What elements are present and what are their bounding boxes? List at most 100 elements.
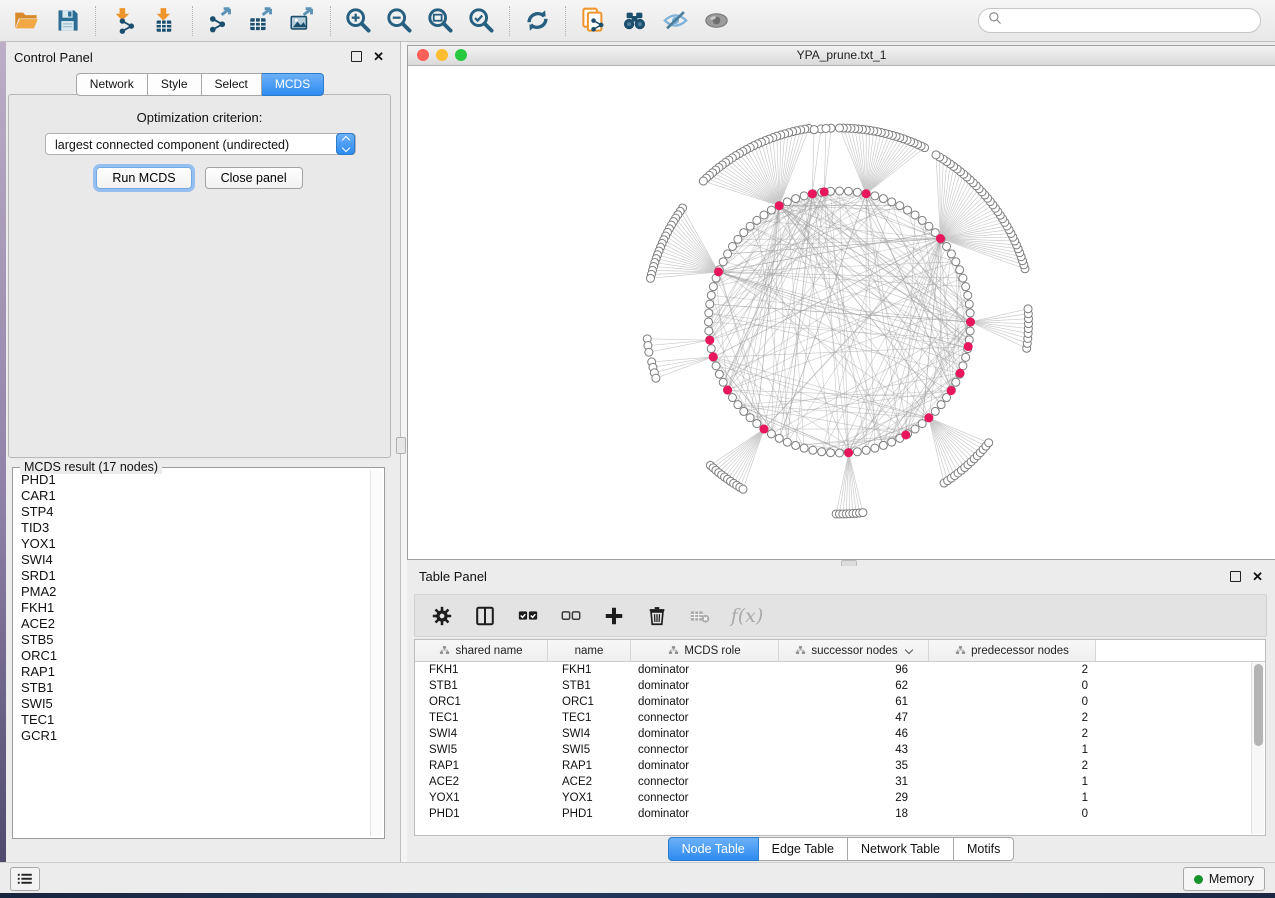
network-node[interactable] <box>965 300 973 308</box>
table-row[interactable]: YOX1YOX1connector291 <box>415 790 1252 806</box>
import-network-button[interactable] <box>103 3 144 39</box>
vertical-splitter[interactable] <box>394 42 407 862</box>
column-header-shared-name[interactable]: shared name <box>415 640 548 661</box>
network-node[interactable] <box>707 291 715 299</box>
tab-mcds[interactable]: MCDS <box>262 73 324 96</box>
network-node[interactable] <box>746 222 754 230</box>
mcds-result-item[interactable]: FKH1 <box>21 600 370 616</box>
network-node[interactable] <box>818 448 826 456</box>
network-node[interactable] <box>937 401 945 409</box>
network-node[interactable] <box>709 283 717 291</box>
network-node[interactable] <box>853 188 861 196</box>
network-node[interactable] <box>705 318 713 326</box>
tab-network[interactable]: Network <box>76 73 148 96</box>
mcds-result-item[interactable]: CAR1 <box>21 488 370 504</box>
table-row[interactable]: TEC1TEC1connector472 <box>415 710 1252 726</box>
network-node[interactable] <box>959 274 967 282</box>
checkboxes-unchecked-button[interactable] <box>558 603 584 629</box>
vertical-splitter-handle[interactable] <box>396 437 406 454</box>
network-node[interactable] <box>896 202 904 210</box>
network-node[interactable] <box>740 229 748 237</box>
checkboxes-checked-button[interactable] <box>515 603 541 629</box>
network-node[interactable] <box>853 448 861 456</box>
network-node[interactable] <box>724 250 732 258</box>
tab-select[interactable]: Select <box>202 73 262 96</box>
mcds-result-item[interactable]: ACE2 <box>21 616 370 632</box>
column-header-name[interactable]: name <box>548 640 631 661</box>
network-node[interactable] <box>827 449 835 457</box>
network-node[interactable] <box>740 407 748 415</box>
mcds-dominator-node[interactable] <box>924 413 933 422</box>
open-button[interactable] <box>6 3 47 39</box>
zoom-out-button[interactable] <box>379 3 420 39</box>
mcds-dominator-node[interactable] <box>759 425 768 434</box>
zoom-selected-button[interactable] <box>461 3 502 39</box>
refresh-button[interactable] <box>517 3 558 39</box>
table-row[interactable]: ORC1ORC1dominator610 <box>415 694 1252 710</box>
mcds-result-item[interactable]: YOX1 <box>21 536 370 552</box>
mcds-result-item[interactable]: PHD1 <box>21 472 370 488</box>
network-leaf-node[interactable] <box>932 151 940 159</box>
close-table-panel-icon[interactable]: ✕ <box>1252 572 1263 581</box>
table-row[interactable]: RAP1RAP1dominator352 <box>415 758 1252 774</box>
network-node[interactable] <box>836 187 844 195</box>
network-leaf-node[interactable] <box>836 124 844 132</box>
column-header-successor-nodes[interactable]: successor nodes <box>779 640 929 661</box>
network-node[interactable] <box>956 266 964 274</box>
network-leaf-node[interactable] <box>739 485 747 493</box>
mcds-result-item[interactable]: SWI4 <box>21 552 370 568</box>
table-row[interactable]: FKH1FKH1dominator962 <box>415 662 1252 678</box>
table-row[interactable]: SWI4SWI4dominator462 <box>415 726 1252 742</box>
network-node[interactable] <box>767 430 775 438</box>
close-panel-button[interactable]: Close panel <box>205 167 303 189</box>
mcds-result-scrollbar[interactable] <box>370 470 382 836</box>
network-node[interactable] <box>783 198 791 206</box>
network-node[interactable] <box>925 222 933 230</box>
network-node[interactable] <box>879 441 887 449</box>
network-node[interactable] <box>767 206 775 214</box>
mcds-result-item[interactable]: RAP1 <box>21 664 370 680</box>
mcds-dominator-node[interactable] <box>709 352 718 361</box>
network-node[interactable] <box>931 407 939 415</box>
mcds-dominator-node[interactable] <box>714 267 723 276</box>
mcds-dominator-node[interactable] <box>966 318 975 327</box>
network-canvas[interactable] <box>408 65 1275 559</box>
network-node[interactable] <box>705 327 713 335</box>
close-panel-icon[interactable]: ✕ <box>373 52 384 61</box>
tab-edge-table[interactable]: Edge Table <box>759 837 848 861</box>
trash-button[interactable] <box>644 603 670 629</box>
network-node[interactable] <box>719 258 727 266</box>
memory-button[interactable]: Memory <box>1183 867 1265 891</box>
network-node[interactable] <box>966 309 974 317</box>
network-node[interactable] <box>783 438 791 446</box>
network-node[interactable] <box>962 283 970 291</box>
table-row[interactable]: ACE2ACE2connector311 <box>415 774 1252 790</box>
network-node[interactable] <box>871 444 879 452</box>
split-panes-button[interactable] <box>472 603 498 629</box>
network-leaf-node[interactable] <box>810 126 818 134</box>
mcds-result-item[interactable]: TID3 <box>21 520 370 536</box>
column-header-MCDS-role[interactable]: MCDS role <box>631 640 779 661</box>
network-node[interactable] <box>809 446 817 454</box>
save-button[interactable] <box>47 3 88 39</box>
network-node[interactable] <box>888 438 896 446</box>
tab-style[interactable]: Style <box>148 73 202 96</box>
table-row[interactable]: PHD1PHD1dominator180 <box>415 806 1252 822</box>
mcds-dominator-node[interactable] <box>901 430 910 439</box>
tab-network-table[interactable]: Network Table <box>848 837 954 861</box>
network-node[interactable] <box>904 206 912 214</box>
mcds-dominator-node[interactable] <box>862 189 871 198</box>
mcds-result-item[interactable]: GCR1 <box>21 728 370 744</box>
table-row[interactable]: STB1STB1dominator620 <box>415 678 1252 694</box>
network-node[interactable] <box>706 300 714 308</box>
dropdown-stepper-icon[interactable] <box>336 133 355 155</box>
network-leaf-node[interactable] <box>822 124 830 132</box>
import-table-button[interactable] <box>144 3 185 39</box>
network-leaf-node[interactable] <box>1024 305 1032 313</box>
mcds-result-item[interactable]: SWI5 <box>21 696 370 712</box>
search-input[interactable] <box>1008 13 1251 29</box>
mcds-dominator-node[interactable] <box>723 386 732 395</box>
network-node[interactable] <box>952 378 960 386</box>
network-node[interactable] <box>705 309 713 317</box>
mcds-result-item[interactable]: STB5 <box>21 632 370 648</box>
